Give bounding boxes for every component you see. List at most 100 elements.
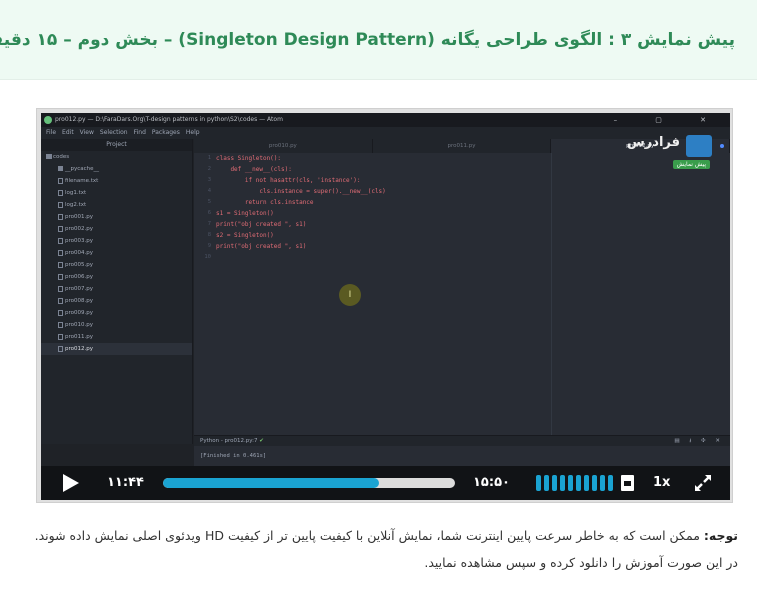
file-tree-item[interactable]: log1.txt [41,187,192,199]
video-player[interactable]: pro012.py — D:\FaraDars.Org\T-design pat… [36,108,733,503]
book-icon [686,135,712,157]
volume-control[interactable] [536,475,613,491]
volume-bar [544,475,549,491]
line-number: 2 [207,166,211,172]
volume-bar [608,475,613,491]
total-time: ۱۵:۵۰ [473,475,510,490]
line-number: 8 [207,232,211,238]
menu-item[interactable]: Packages [152,129,180,136]
code-line: return cls.instance [216,199,314,206]
line-number: 5 [207,199,211,205]
line-number: 9 [207,243,211,249]
file-tree-item[interactable]: pro004.py [41,247,192,259]
code-line: s1 = Singleton() [216,210,274,217]
file-tree: codes __pycache__ filename.txt log1.txt log2… [41,151,192,355]
menu-item[interactable]: Selection [100,129,128,136]
file-icon [58,190,63,196]
menu-item[interactable]: Edit [62,129,74,136]
fullscreen-icon[interactable] [693,473,713,493]
file-icon [58,178,63,184]
progress-bar[interactable] [163,478,455,488]
menu-item[interactable]: Help [186,129,200,136]
volume-bar [552,475,557,491]
file-tree-item[interactable]: pro007.py [41,283,192,295]
editor-tab[interactable]: pro011.py [373,139,552,153]
file-icon [58,322,63,328]
line-number: 7 [207,221,211,227]
video-screen[interactable]: pro012.py — D:\FaraDars.Org\T-design pat… [41,113,730,500]
file-icon [58,262,63,268]
wrap-guide [551,153,552,435]
code-lines: class Singleton(): def __new__(cls): if … [216,153,386,263]
play-icon[interactable] [63,474,79,492]
menu-item[interactable]: File [46,129,56,136]
code-editor: 1 2 3 4 5 6 7 8 9 10 class Singleton(): def __new… [194,153,730,435]
file-tree-item[interactable]: pro003.py [41,235,192,247]
file-tree-item[interactable]: pro006.py [41,271,192,283]
console-title: Python - pro012.py:7 [200,438,258,444]
file-icon [58,286,63,292]
file-tree-item[interactable]: pro010.py [41,319,192,331]
file-tree-item[interactable]: filename.txt [41,175,192,187]
editor-tab[interactable]: pro010.py [194,139,373,153]
file-tree-item[interactable]: pro001.py [41,211,192,223]
file-tree-label: pro007.py [65,286,93,292]
file-tree-label: pro008.py [65,298,93,304]
project-label: Project [41,139,192,151]
file-tree-label: pro001.py [65,214,93,220]
quality-note: توجه: ممکن است که به خاطر سرعت پایین این… [20,522,738,576]
project-sidebar: Project codes __pycache__ filename.txt log1… [41,139,193,444]
file-tree-label: pro004.py [65,250,93,256]
file-tree-item[interactable]: pro009.py [41,307,192,319]
file-tree-label: pro006.py [65,274,93,280]
menu-item[interactable]: Find [134,129,146,136]
code-line: class Singleton(): [216,155,282,162]
atom-window-title: pro012.py — D:\FaraDars.Org\T-design pat… [55,116,283,123]
file-tree-label: filename.txt [65,178,99,184]
volume-bar [536,475,541,491]
atom-title-bar: pro012.py — D:\FaraDars.Org\T-design pat… [41,113,730,127]
line-number: 4 [207,188,211,194]
file-tree-item[interactable]: pro012.py [41,343,192,355]
note-text: ممکن است که به خاطر سرعت پایین اینترنت ش… [34,528,738,570]
file-icon [58,226,63,232]
file-tree-label: codes [53,154,70,160]
line-gutter: 1 2 3 4 5 6 7 8 9 10 [194,153,214,435]
current-time: ۱۱:۴۴ [107,475,144,490]
file-icon [58,250,63,256]
file-tree-item[interactable]: pro005.py [41,259,192,271]
editor-tab-label: pro010.py [268,143,297,149]
console-output: [Finished in 0.461s] [194,446,730,466]
volume-bar [576,475,581,491]
file-icon [58,238,63,244]
file-icon [58,310,63,316]
file-tree-label: pro003.py [65,238,93,244]
line-number: 6 [207,210,211,216]
file-tree-label: pro009.py [65,310,93,316]
check-icon: ✔ [259,438,264,444]
file-tree-item[interactable]: __pycache__ [41,163,192,175]
editor-tab-label: pro011.py [447,143,476,149]
file-tree-label: pro012.py [65,346,93,352]
file-icon [58,214,63,220]
faradars-watermark: فرادرس پیش نمایش [596,133,716,173]
page-title: پیش نمایش ۳ : الگوی طراحی یگانه (Singlet… [0,30,735,50]
preview-header: پیش نمایش ۳ : الگوی طراحی یگانه (Singlet… [0,0,757,80]
menu-item[interactable]: View [80,129,94,136]
volume-bar [600,475,605,491]
file-tree-item[interactable]: pro008.py [41,295,192,307]
file-tree-item[interactable]: log2.txt [41,199,192,211]
code-line: if not hasattr(cls, 'instance'): [216,177,361,184]
mouse-cursor-highlight: I [339,284,361,306]
file-tree-item[interactable]: pro002.py [41,223,192,235]
volume-bar [584,475,589,491]
file-tree-label: log2.txt [65,202,87,208]
line-number: 10 [204,254,211,260]
file-tree-item[interactable]: codes [41,151,192,163]
file-tree-item[interactable]: pro011.py [41,331,192,343]
subtitles-icon[interactable] [621,475,634,491]
playback-speed-button[interactable]: 1x [653,475,670,490]
console-header: Python - pro012.py:7 ✔ ▤ ⭳ ✣ ✕ [194,435,730,446]
modified-dot-icon [719,144,724,148]
